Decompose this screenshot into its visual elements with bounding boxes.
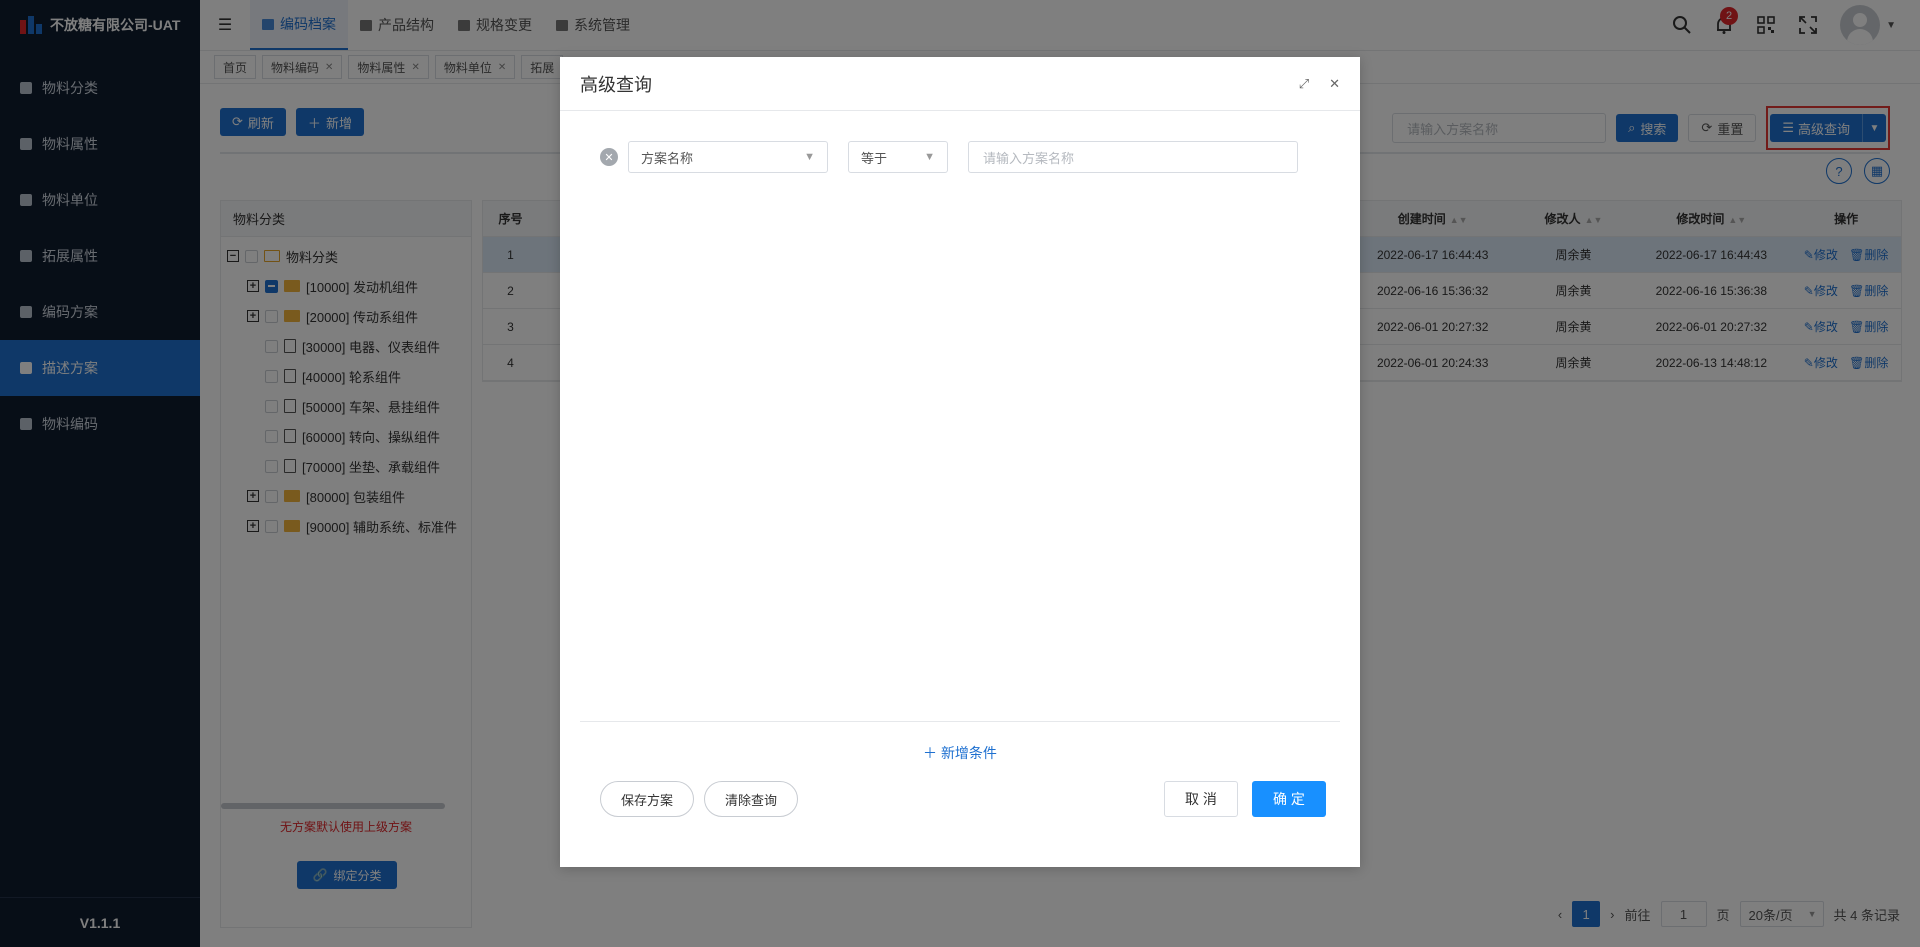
plus-icon: ＋ <box>923 745 941 761</box>
condition-value-input[interactable]: 请输入方案名称 <box>968 141 1298 173</box>
remove-condition-icon[interactable]: ✕ <box>600 148 618 166</box>
chevron-down-icon: ▼ <box>804 151 815 163</box>
clear-query-button[interactable]: 清除查询 <box>704 781 799 817</box>
dialog-header-actions: ⤢ ✕ <box>1299 76 1340 92</box>
operator-select-value: 等于 <box>861 150 888 166</box>
add-condition-label: 新增条件 <box>940 745 997 761</box>
dialog-footer: 保存方案 清除查询 取 消 确 定 <box>600 781 1326 817</box>
field-select-value: 方案名称 <box>641 150 694 166</box>
condition-field-select[interactable]: 方案名称 ▼ <box>628 141 828 173</box>
confirm-button[interactable]: 确 定 <box>1252 781 1326 817</box>
chevron-down-icon: ▼ <box>924 151 935 163</box>
dialog-divider <box>580 721 1340 722</box>
maximize-icon[interactable]: ⤢ <box>1299 76 1309 92</box>
dialog-header: 高级查询 ⤢ ✕ <box>560 57 1360 111</box>
advanced-query-dialog: 高级查询 ⤢ ✕ ✕ 方案名称 ▼ 等于 ▼ 请输入方案名称 ＋ 新增条件 保存方案… <box>560 57 1360 867</box>
dialog-title: 高级查询 <box>580 74 652 95</box>
condition-operator-select[interactable]: 等于 ▼ <box>848 141 948 173</box>
cancel-button[interactable]: 取 消 <box>1164 781 1238 817</box>
save-plan-button[interactable]: 保存方案 <box>600 781 695 817</box>
add-condition-button[interactable]: ＋ 新增条件 <box>560 743 1360 763</box>
close-icon[interactable]: ✕ <box>1329 76 1340 92</box>
condition-row: ✕ 方案名称 ▼ 等于 ▼ 请输入方案名称 <box>600 141 1298 173</box>
